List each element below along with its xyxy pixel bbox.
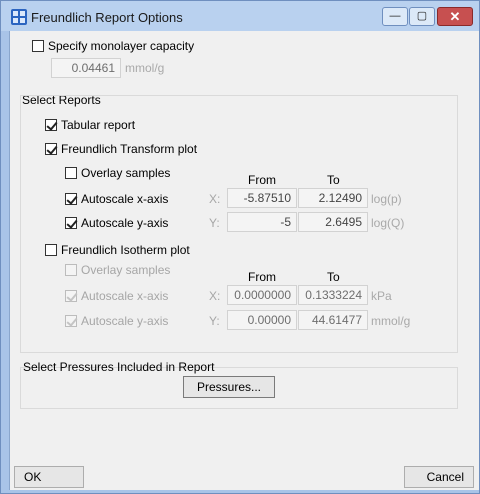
isotherm-autoscale-x-label: Autoscale x-axis <box>81 289 169 303</box>
transform-from-header: From <box>248 173 276 187</box>
transform-x-unit: log(p) <box>371 192 402 206</box>
isotherm-y-axis-label: Y: <box>209 314 220 328</box>
dialog-window: Freundlich Report Options — ▢ ✕ Specify … <box>0 0 480 494</box>
transform-y-axis-label: Y: <box>209 216 220 230</box>
ok-button[interactable]: OK <box>14 466 84 488</box>
transform-overlay-label: Overlay samples <box>81 166 171 180</box>
monolayer-unit: mmol/g <box>125 61 165 75</box>
isotherm-autoscale-x-checkbox[interactable] <box>65 290 77 302</box>
pressures-group-label: Select Pressures Included in Report <box>23 360 215 374</box>
transform-x-to-field[interactable]: 2.12490 <box>298 188 368 208</box>
title-bar[interactable]: Freundlich Report Options — ▢ ✕ <box>1 1 479 31</box>
isotherm-x-axis-label: X: <box>209 289 221 303</box>
tabular-report-checkbox[interactable] <box>45 119 57 131</box>
isotherm-x-to-field[interactable]: 0.1333224 <box>298 285 368 305</box>
minimize-button[interactable]: — <box>382 7 408 26</box>
transform-plot-label: Freundlich Transform plot <box>61 142 198 156</box>
transform-plot-checkbox[interactable] <box>45 143 57 155</box>
pressures-button[interactable]: Pressures... <box>183 376 275 398</box>
isotherm-y-unit: mmol/g <box>371 314 411 328</box>
transform-autoscale-y-label: Autoscale y-axis <box>81 216 169 230</box>
close-button[interactable]: ✕ <box>437 7 473 26</box>
isotherm-plot-checkbox[interactable] <box>45 244 57 256</box>
maximize-icon: ▢ <box>416 10 428 22</box>
transform-overlay-checkbox[interactable] <box>65 167 77 179</box>
dialog-client: Specify monolayer capacity 0.04461 mmol/… <box>9 31 479 490</box>
transform-y-to-field[interactable]: 2.6495 <box>298 212 368 232</box>
app-icon <box>11 9 27 25</box>
cancel-button[interactable]: Cancel <box>404 466 474 488</box>
isotherm-y-from-field[interactable]: 0.00000 <box>227 310 297 330</box>
isotherm-x-unit: kPa <box>371 289 392 303</box>
isotherm-autoscale-y-checkbox[interactable] <box>65 315 77 327</box>
transform-autoscale-y-checkbox[interactable] <box>65 217 77 229</box>
transform-autoscale-x-label: Autoscale x-axis <box>81 192 169 206</box>
isotherm-autoscale-y-label: Autoscale y-axis <box>81 314 169 328</box>
isotherm-from-header: From <box>248 270 276 284</box>
transform-to-header: To <box>327 173 340 187</box>
transform-autoscale-x-checkbox[interactable] <box>65 193 77 205</box>
window-title: Freundlich Report Options <box>31 10 183 25</box>
monolayer-checkbox[interactable] <box>32 40 44 52</box>
close-icon: ✕ <box>449 9 461 24</box>
isotherm-overlay-label: Overlay samples <box>81 263 171 277</box>
monolayer-field[interactable]: 0.04461 <box>51 58 121 78</box>
minimize-icon: — <box>389 10 401 22</box>
isotherm-plot-label: Freundlich Isotherm plot <box>61 243 190 257</box>
maximize-button[interactable]: ▢ <box>409 7 435 26</box>
tabular-report-label: Tabular report <box>61 118 136 132</box>
transform-x-axis-label: X: <box>209 192 221 206</box>
transform-y-unit: log(Q) <box>371 216 405 230</box>
monolayer-label: Specify monolayer capacity <box>48 39 195 53</box>
isotherm-overlay-checkbox[interactable] <box>65 264 77 276</box>
isotherm-y-to-field[interactable]: 44.61477 <box>298 310 368 330</box>
isotherm-to-header: To <box>327 270 340 284</box>
transform-y-from-field[interactable]: -5 <box>227 212 297 232</box>
transform-x-from-field[interactable]: -5.87510 <box>227 188 297 208</box>
isotherm-x-from-field[interactable]: 0.0000000 <box>227 285 297 305</box>
